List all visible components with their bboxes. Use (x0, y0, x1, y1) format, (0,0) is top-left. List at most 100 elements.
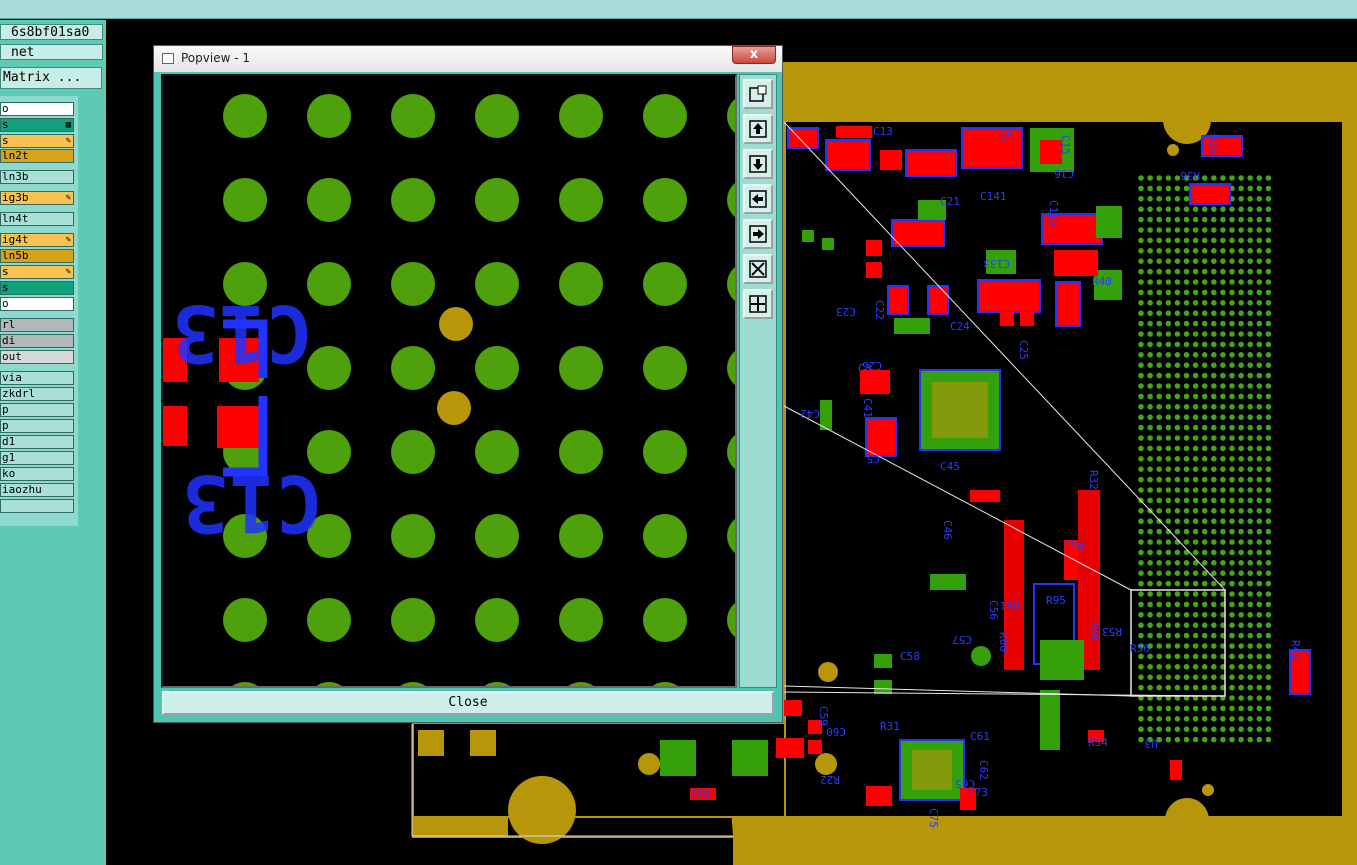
bga-pad (1183, 268, 1190, 275)
refdes-label: C75 (927, 808, 940, 828)
bga-pad (1238, 185, 1244, 192)
bga-pad (1265, 352, 1272, 358)
bga-pad (1265, 206, 1272, 212)
bga-pad (1174, 393, 1181, 400)
bga-pad (1147, 175, 1153, 181)
bga-pad (1147, 404, 1153, 410)
bga-pad (1256, 518, 1263, 524)
layer-item[interactable]: ko (0, 467, 74, 481)
bga-pad (1174, 456, 1181, 462)
bga-pad (1229, 487, 1235, 493)
bga-pad (1229, 601, 1235, 608)
matrix-button[interactable]: Matrix ... (0, 67, 102, 89)
bga-pad (1147, 549, 1153, 556)
pan-up-button[interactable] (743, 114, 773, 144)
bga-pad (1165, 601, 1172, 608)
layer-item[interactable]: ln4t (0, 212, 74, 226)
bga-pad (1174, 497, 1181, 504)
bga-pad (1192, 206, 1199, 212)
bga-pad (1138, 279, 1144, 285)
refdes-label: C141 (980, 190, 1007, 203)
bga-pad (1138, 414, 1144, 421)
bga-pad (1156, 591, 1162, 597)
bga-pad (1138, 268, 1144, 275)
bga-pad (1138, 248, 1144, 254)
bga-pad (1183, 372, 1190, 379)
bga-pad (1238, 632, 1244, 639)
layer-item[interactable]: d1 (0, 435, 74, 449)
bga-pad (1156, 237, 1162, 244)
bga-pad (1183, 362, 1190, 369)
bga-pad (1156, 539, 1162, 545)
layer-item[interactable]: ln2t (0, 149, 74, 163)
layer-item[interactable]: ig4t ✎ (0, 233, 74, 247)
close-button[interactable]: Close (162, 691, 774, 715)
zoom-in-button[interactable] (743, 289, 773, 319)
bga-pad (475, 430, 519, 474)
bga-pad (1165, 300, 1172, 306)
bga-pad (1156, 487, 1162, 493)
bga-pad (1138, 476, 1144, 483)
bga-pad (1211, 705, 1217, 712)
bga-pad (1211, 300, 1217, 306)
zoom-fit-button[interactable] (743, 79, 773, 109)
popview-window[interactable]: Popview - 1 x C13 C13 Close (153, 45, 783, 723)
bga-pad (1156, 227, 1162, 233)
bga-pad (1265, 612, 1272, 618)
bga-pad (1174, 331, 1181, 337)
layer-item[interactable]: zkdrl (0, 387, 74, 401)
layer-item[interactable]: o (0, 102, 74, 116)
layer-item[interactable]: s ▦ (0, 118, 74, 132)
layer-item[interactable]: rl (0, 318, 74, 332)
bga-pad (1147, 372, 1153, 379)
bga-pad (1165, 466, 1172, 473)
layer-item[interactable]: p (0, 403, 74, 417)
bga-pad (1174, 643, 1181, 649)
bga-pad (1156, 279, 1162, 285)
bga-pad (1165, 206, 1172, 212)
bga-pad (1183, 466, 1190, 473)
layer-item[interactable]: iaozhu (0, 483, 74, 497)
net-field[interactable]: net (0, 44, 103, 60)
bga-pad (1265, 341, 1272, 348)
design-name-field[interactable]: 6s8bf01sa0 (0, 24, 103, 40)
layer-item[interactable] (0, 499, 74, 513)
bga-pad (1211, 206, 1217, 212)
layer-item[interactable]: g1 (0, 451, 74, 465)
bga-pad (1247, 466, 1253, 473)
pan-left-button[interactable] (743, 184, 773, 214)
bga-pad (1183, 487, 1190, 493)
window-close-button[interactable]: x (732, 46, 776, 64)
popview-zoom-canvas[interactable]: C13 C13 (161, 74, 737, 688)
layer-item[interactable]: ln3b (0, 170, 74, 184)
bga-pad (1211, 393, 1217, 400)
pan-down-button[interactable] (743, 149, 773, 179)
bga-pad (1192, 248, 1199, 254)
layer-item[interactable]: ln5b (0, 249, 74, 263)
bga-pad (1238, 622, 1244, 628)
bga-pad (1256, 227, 1263, 233)
popview-titlebar[interactable]: Popview - 1 x (154, 46, 782, 72)
layer-item[interactable]: ig3b ✎ (0, 191, 74, 205)
zoom-out-button[interactable] (743, 254, 773, 284)
bga-pad (1265, 664, 1272, 670)
bga-pad (1147, 456, 1153, 462)
layer-item[interactable]: out (0, 350, 74, 364)
bga-pad (1192, 528, 1199, 535)
bga-pad (643, 430, 687, 474)
layer-item[interactable]: s ✎ (0, 134, 74, 148)
pan-right-button[interactable] (743, 219, 773, 249)
layer-item[interactable]: p (0, 419, 74, 433)
layer-item[interactable]: di (0, 334, 74, 348)
bga-pad (1265, 622, 1272, 628)
layer-item[interactable]: via (0, 371, 74, 385)
layer-item[interactable]: s (0, 281, 74, 295)
bga-pad (1211, 331, 1217, 337)
bga-pad (1165, 497, 1172, 504)
bga-pad (1147, 196, 1153, 202)
bga-pad (1220, 331, 1226, 337)
bga-pad (1183, 539, 1190, 545)
layer-item[interactable]: o (0, 297, 74, 311)
bga-pad (1165, 570, 1172, 576)
layer-item[interactable]: s ✎ (0, 265, 74, 279)
